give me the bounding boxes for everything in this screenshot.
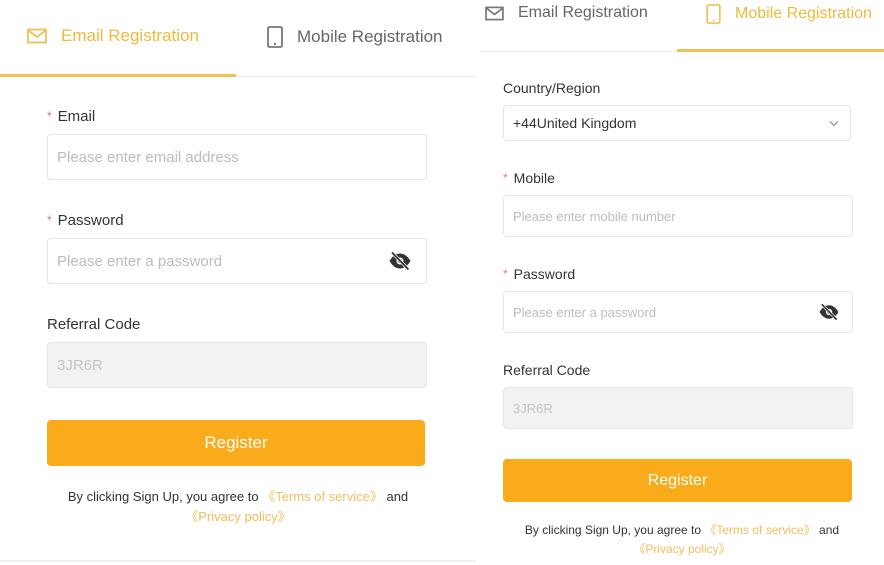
mobile-number-input[interactable]	[513, 208, 843, 224]
envelope-icon	[27, 28, 47, 44]
active-tab-indicator	[677, 49, 884, 52]
eye-slash-icon[interactable]	[818, 303, 840, 321]
mobile-phone-icon	[706, 4, 721, 24]
mobile-number-field[interactable]	[503, 195, 853, 237]
required-marker: *	[503, 171, 508, 185]
required-marker: *	[47, 109, 52, 123]
email-registration-panel: Email Registration Mobile Registration *…	[0, 0, 476, 562]
agreement-text: By clicking Sign Up, you agree to 《Terms…	[524, 523, 840, 556]
referral-code-input	[513, 400, 843, 416]
email-label: * Email	[47, 108, 96, 125]
agreement-text: By clicking Sign Up, you agree to 《Terms…	[67, 489, 409, 524]
tab-email-registration[interactable]: Email Registration	[485, 4, 648, 22]
password-input[interactable]	[57, 252, 388, 270]
referral-code-field	[503, 387, 853, 429]
referral-code-label: Referral Code	[47, 316, 141, 333]
chevron-down-icon[interactable]	[829, 120, 839, 127]
required-marker: *	[503, 267, 508, 281]
mobile-label: * Mobile	[503, 170, 555, 186]
terms-of-service-link[interactable]: 《Terms of service》	[704, 523, 815, 537]
country-region-value: +44United Kingdom	[513, 115, 637, 131]
country-region-select[interactable]: +44United Kingdom	[503, 105, 851, 141]
password-label: * Password	[47, 212, 124, 229]
tab-mobile-registration[interactable]: Mobile Registration	[267, 26, 443, 48]
email-field[interactable]	[47, 134, 427, 180]
referral-code-field	[47, 342, 427, 388]
password-field[interactable]	[47, 238, 427, 284]
required-marker: *	[47, 213, 52, 227]
referral-code-label: Referral Code	[503, 362, 591, 378]
mobile-registration-panel: Email Registration Mobile Registration C…	[480, 0, 884, 565]
tab-email-registration[interactable]: Email Registration	[27, 26, 199, 46]
privacy-policy-link[interactable]: 《Privacy policy》	[185, 509, 290, 524]
tab-label: Email Registration	[61, 26, 199, 45]
privacy-policy-link[interactable]: 《Privacy policy》	[633, 542, 730, 556]
mobile-phone-icon	[267, 26, 283, 48]
country-region-label: Country/Region	[503, 80, 601, 96]
registration-tabs: Email Registration Mobile Registration	[0, 14, 476, 76]
terms-of-service-link[interactable]: 《Terms of service》	[262, 489, 383, 504]
tab-label: Email Registration	[518, 4, 648, 21]
password-field[interactable]	[503, 291, 853, 333]
active-tab-indicator	[0, 74, 236, 77]
register-button[interactable]: Register	[47, 420, 425, 466]
referral-code-input	[57, 356, 417, 374]
eye-slash-icon[interactable]	[388, 251, 412, 271]
password-input[interactable]	[513, 304, 818, 320]
password-label: * Password	[503, 266, 576, 282]
register-button[interactable]: Register	[503, 459, 852, 502]
tab-mobile-registration[interactable]: Mobile Registration	[706, 4, 872, 24]
email-input[interactable]	[57, 148, 417, 166]
tab-label: Mobile Registration	[735, 5, 872, 22]
tab-label: Mobile Registration	[297, 27, 443, 46]
envelope-icon	[485, 6, 504, 21]
